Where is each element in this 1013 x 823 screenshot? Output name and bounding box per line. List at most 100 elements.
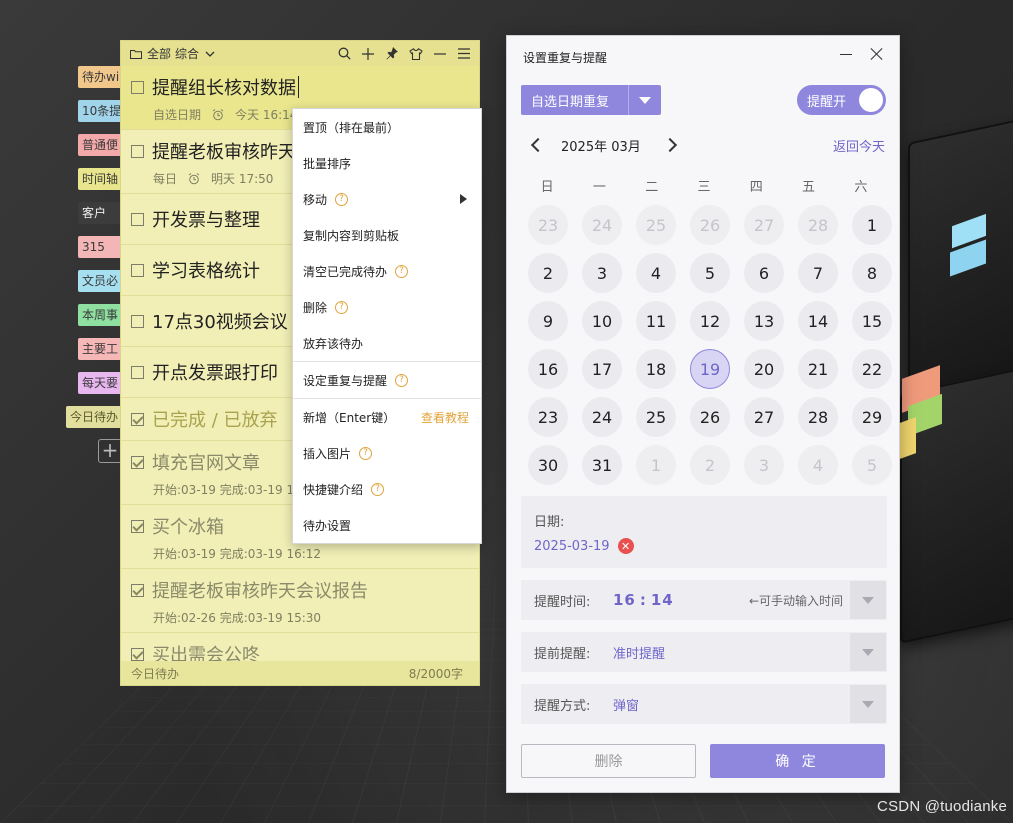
reminder-toggle[interactable]: 提醒开 xyxy=(797,85,886,115)
calendar-day[interactable]: 31 xyxy=(582,445,622,485)
chevron-down-icon[interactable] xyxy=(850,633,886,671)
calendar-day[interactable]: 2 xyxy=(690,445,730,485)
calendar-day[interactable]: 1 xyxy=(852,205,892,245)
menu-item[interactable]: 放弃该待办 xyxy=(293,325,481,361)
todo-checkbox[interactable] xyxy=(131,314,144,328)
note-tab[interactable]: 315 xyxy=(78,236,122,258)
calendar-day[interactable]: 23 xyxy=(528,205,568,245)
minimize-icon[interactable] xyxy=(433,47,447,61)
close-icon[interactable] xyxy=(869,46,885,62)
calendar-day[interactable]: 28 xyxy=(798,397,838,437)
todo-title[interactable]: 17点30视频会议 xyxy=(152,308,288,334)
calendar-day[interactable]: 4 xyxy=(636,253,676,293)
calendar-day[interactable]: 11 xyxy=(636,301,676,341)
todo-checkbox[interactable] xyxy=(131,263,144,277)
delete-button[interactable]: 删除 xyxy=(521,744,696,778)
todo-title[interactable]: 买个冰箱 xyxy=(152,513,224,539)
todo-title[interactable]: 开点发票跟打印 xyxy=(152,359,278,385)
calendar-day[interactable]: 12 xyxy=(690,301,730,341)
back-to-today-link[interactable]: 返回今天 xyxy=(833,136,885,155)
calendar-day[interactable]: 30 xyxy=(528,445,568,485)
menu-item[interactable]: 插入图片? xyxy=(293,435,481,471)
calendar-day-selected[interactable]: 19 xyxy=(690,349,730,389)
calendar-day[interactable]: 29 xyxy=(852,397,892,437)
calendar-day[interactable]: 6 xyxy=(744,253,784,293)
todo-title[interactable]: 提醒老板审核昨天会议报告 xyxy=(152,577,368,603)
menu-item[interactable]: 设定重复与提醒? xyxy=(293,362,481,398)
calendar-day[interactable]: 28 xyxy=(798,205,838,245)
calendar-day[interactable]: 14 xyxy=(798,301,838,341)
done-item[interactable]: 买出需会公咚 xyxy=(121,633,479,661)
remove-date-icon[interactable]: ✕ xyxy=(617,538,634,554)
calendar-day[interactable]: 17 xyxy=(582,349,622,389)
note-tab[interactable]: 10条提 xyxy=(78,100,122,122)
help-icon[interactable]: ? xyxy=(371,482,385,496)
note-tab[interactable]: 文员必 xyxy=(78,270,122,292)
help-icon[interactable]: ? xyxy=(395,373,409,387)
menu-item[interactable]: 删除? xyxy=(293,289,481,325)
menu-icon[interactable] xyxy=(457,47,471,61)
calendar-day[interactable]: 16 xyxy=(528,349,568,389)
note-tab[interactable]: 主要工 xyxy=(78,338,122,360)
minimize-icon[interactable] xyxy=(837,45,855,63)
help-icon[interactable]: ? xyxy=(335,300,349,314)
remind-method-field[interactable]: 提醒方式: 弹窗 xyxy=(521,684,887,724)
calendar-day[interactable]: 24 xyxy=(582,205,622,245)
todo-checkbox[interactable] xyxy=(131,212,144,226)
note-tab[interactable]: 待办win xyxy=(78,66,122,88)
remind-time-field[interactable]: 提醒时间: 16 : 14 ←可手动输入时间 xyxy=(521,580,887,620)
plus-icon[interactable] xyxy=(361,47,375,61)
folder-label[interactable]: 全部 xyxy=(147,45,171,62)
calendar-day[interactable]: 20 xyxy=(744,349,784,389)
menu-item[interactable]: 复制内容到剪贴板 xyxy=(293,217,481,253)
menu-item[interactable]: 移动? xyxy=(293,181,481,217)
todo-checkbox[interactable] xyxy=(131,583,144,597)
calendar-day[interactable]: 26 xyxy=(690,397,730,437)
menu-item[interactable]: 清空已完成待办? xyxy=(293,253,481,289)
calendar-day[interactable]: 26 xyxy=(690,205,730,245)
todo-checkbox[interactable] xyxy=(131,455,144,469)
help-icon[interactable]: ? xyxy=(395,264,409,278)
chevron-down-icon[interactable] xyxy=(628,85,661,115)
todo-title[interactable]: 买出需会公咚 xyxy=(152,641,260,661)
todo-checkbox[interactable] xyxy=(131,519,144,533)
todo-title[interactable]: 学习表格统计 xyxy=(152,257,260,283)
menu-item[interactable]: 新增（Enter键） 查看教程 xyxy=(293,399,481,435)
skin-shirt-icon[interactable] xyxy=(409,47,423,61)
todo-checkbox[interactable] xyxy=(131,647,144,661)
repeat-mode-dropdown[interactable]: 自选日期重复 xyxy=(521,85,661,115)
view-label[interactable]: 综合 xyxy=(175,45,199,62)
calendar-day[interactable]: 23 xyxy=(528,397,568,437)
help-icon[interactable]: ? xyxy=(359,446,373,460)
menu-item[interactable]: 批量排序 xyxy=(293,145,481,181)
calendar-day[interactable]: 27 xyxy=(744,397,784,437)
add-note-button[interactable]: + xyxy=(98,439,122,463)
todo-title[interactable]: 开发票与整理 xyxy=(152,206,260,232)
next-month-icon[interactable] xyxy=(665,137,677,153)
todo-title[interactable]: 提醒组长核对数据 xyxy=(152,74,296,100)
prev-month-icon[interactable] xyxy=(529,137,541,153)
note-tab[interactable]: 今日待办 xyxy=(66,406,122,428)
calendar-day[interactable]: 4 xyxy=(798,445,838,485)
confirm-button[interactable]: 确 定 xyxy=(710,744,885,778)
todo-checkbox[interactable] xyxy=(131,365,144,379)
note-tab[interactable]: 时间轴 xyxy=(78,168,122,190)
calendar-day[interactable]: 5 xyxy=(852,445,892,485)
calendar-day[interactable]: 7 xyxy=(798,253,838,293)
calendar-day[interactable]: 10 xyxy=(582,301,622,341)
calendar-day[interactable]: 24 xyxy=(582,397,622,437)
remind-minute[interactable]: 14 xyxy=(651,591,674,609)
calendar-day[interactable]: 13 xyxy=(744,301,784,341)
folder-icon[interactable] xyxy=(129,47,143,61)
calendar-day[interactable]: 5 xyxy=(690,253,730,293)
note-tab[interactable]: 每天要 xyxy=(78,372,122,394)
note-tab[interactable]: 本周事 xyxy=(78,304,122,326)
pin-icon[interactable] xyxy=(385,47,399,61)
help-icon[interactable]: ? xyxy=(335,192,349,206)
chevron-down-icon[interactable] xyxy=(850,581,886,619)
todo-title[interactable]: 填充官网文章 xyxy=(152,449,260,475)
todo-title[interactable]: 提醒老板审核昨天 xyxy=(152,138,296,164)
note-tab[interactable]: 客户 xyxy=(78,202,122,224)
calendar-day[interactable]: 22 xyxy=(852,349,892,389)
todo-checkbox[interactable] xyxy=(131,144,144,158)
